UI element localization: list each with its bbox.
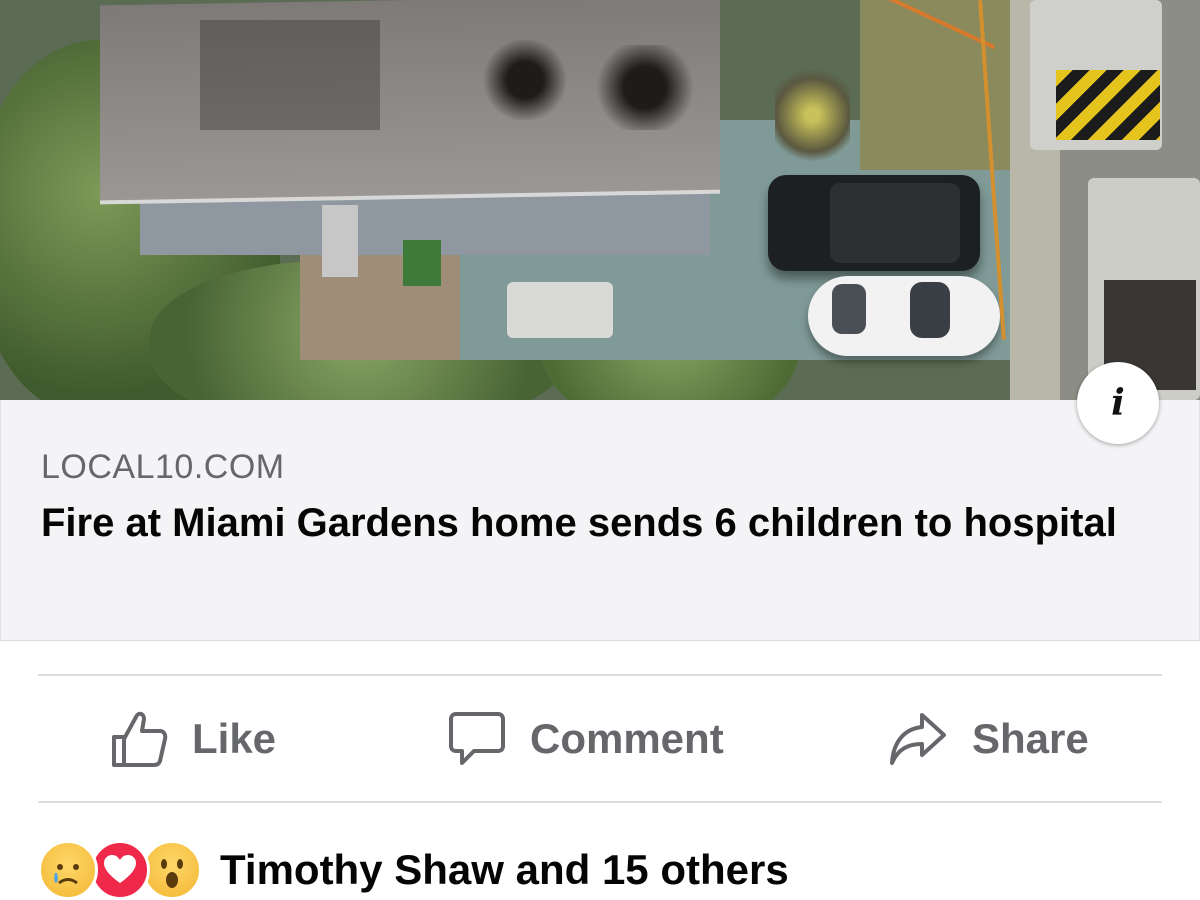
share-label: Share [972,715,1089,762]
share-arrow-icon [888,711,948,767]
divider-bottom [38,801,1162,803]
like-label: Like [192,715,277,762]
sad-reaction-icon [38,840,98,900]
info-icon: i [1111,382,1125,424]
roof-burn-mark [480,40,570,120]
grey-bin [322,205,358,277]
sedan-windshield [910,282,950,338]
comment-bubble-icon [448,710,506,768]
link-preview-card[interactable]: LOCAL10.COM Fire at Miami Gardens home s… [0,400,1200,641]
fire-truck-stripes [1056,70,1160,140]
reactions-summary[interactable]: Timothy Shaw and 15 others [38,840,789,900]
link-domain: LOCAL10.COM [41,448,285,486]
sedan-rear-window [832,284,866,334]
reactions-summary-text[interactable]: Timothy Shaw and 15 others [220,846,789,894]
share-button[interactable]: Share [888,706,1089,772]
link-preview-image[interactable] [0,0,1200,400]
suv-roof [830,183,960,263]
post-actions-bar: Like Comment Share [0,676,1200,802]
roof-burn-mark [590,45,700,130]
white-van [507,282,613,338]
info-button[interactable]: i [1077,362,1159,444]
comment-button[interactable]: Comment [448,706,724,772]
green-bin [403,240,441,286]
comment-label: Comment [530,715,724,762]
firefighters-group [775,60,850,170]
roof-shadow-area [200,20,380,130]
link-title[interactable]: Fire at Miami Gardens home sends 6 child… [41,498,1161,548]
wow-reaction-icon [142,840,202,900]
thumbs-up-icon [110,709,168,769]
like-button[interactable]: Like [110,706,276,772]
love-reaction-icon [90,840,150,900]
